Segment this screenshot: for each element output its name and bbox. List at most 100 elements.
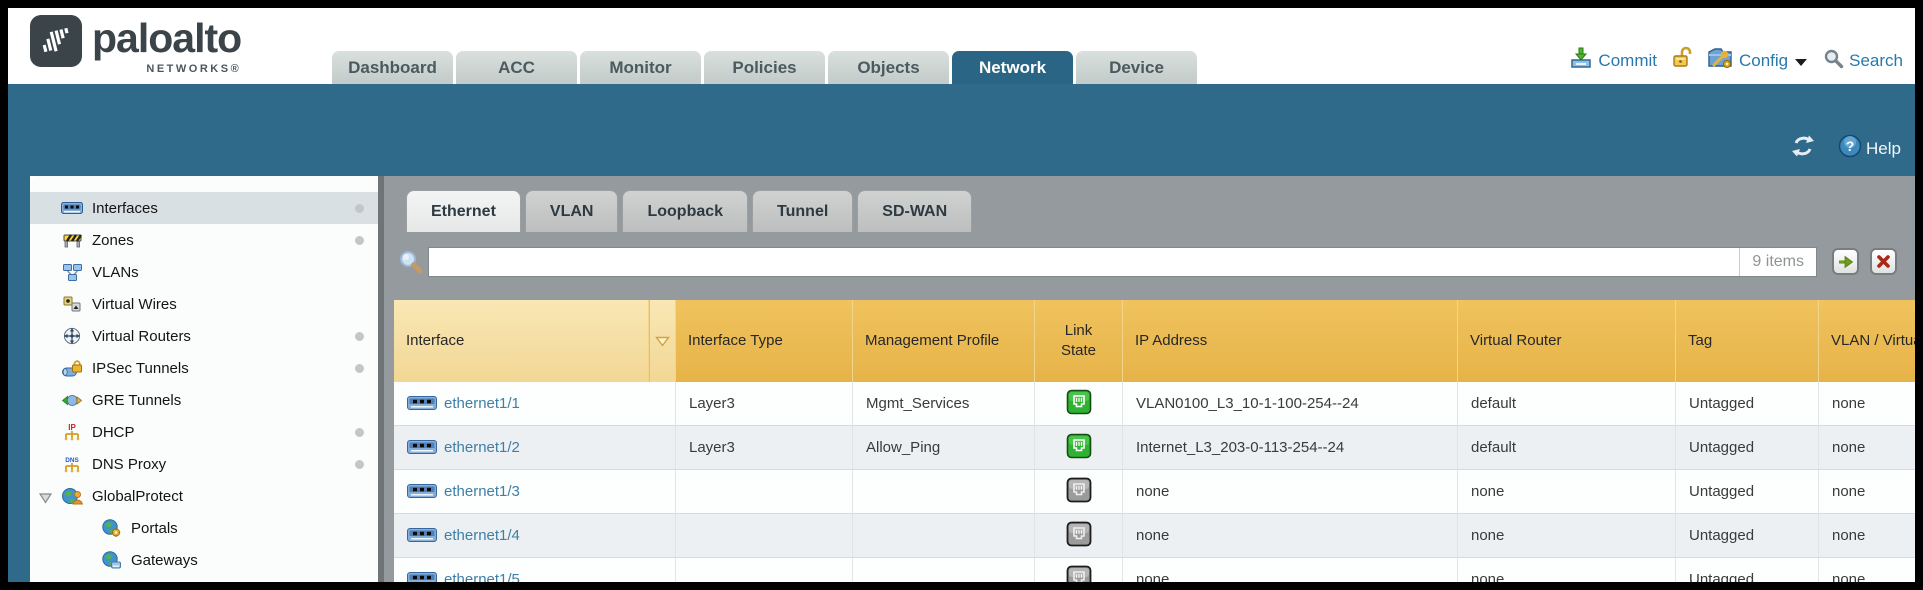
search-button[interactable]: Search: [1823, 48, 1903, 74]
subtab-vlan[interactable]: VLAN: [525, 190, 619, 232]
cell-link-state: [1035, 426, 1123, 469]
content-area: Interfaces Zones: [8, 176, 1915, 582]
cell-ip-address: Internet_L3_203-0-113-254--24: [1123, 426, 1458, 469]
ethernet-port-icon: [407, 395, 437, 412]
lock-button[interactable]: [1671, 46, 1693, 75]
sidebar-item-globalprotect[interactable]: GlobalProtect: [30, 480, 378, 512]
banner: ? Help: [8, 84, 1915, 176]
cell-interface-type: [676, 558, 853, 582]
expand-arrow-icon[interactable]: [39, 491, 52, 508]
apply-filter-arrow-icon: [1837, 254, 1854, 270]
filter-row: 9 items: [394, 245, 1915, 279]
chevron-down-icon: [1795, 59, 1807, 66]
ethernet-port-icon: [407, 483, 437, 500]
col-header-link-state[interactable]: Link State: [1035, 300, 1123, 382]
sidebar-item-label: VLANs: [92, 264, 139, 281]
svg-text:?: ?: [1846, 138, 1855, 154]
clear-filter-button[interactable]: [1870, 248, 1897, 275]
status-dot: [355, 204, 364, 213]
main-panel: Ethernet VLAN Loopback Tunnel SD-WAN 9 i…: [384, 176, 1915, 582]
sidebar-item-portals[interactable]: Portals: [30, 512, 378, 544]
config-icon: [1707, 46, 1734, 75]
sidebar-item-label: GRE Tunnels: [92, 392, 181, 409]
tab-monitor[interactable]: Monitor: [580, 51, 701, 84]
col-header-interface-type[interactable]: Interface Type: [676, 300, 853, 382]
cell-vlan: none: [1819, 470, 1915, 513]
sidebar-item-gre-tunnels[interactable]: GRE Tunnels: [30, 384, 378, 416]
tab-objects[interactable]: Objects: [828, 51, 949, 84]
table-row: ethernet1/3 none none Untagged none: [394, 470, 1915, 514]
top-bar: paloalto NETWORKS® Dashboard ACC Monitor…: [8, 8, 1915, 84]
help-label[interactable]: Help: [1866, 139, 1901, 159]
sidebar-item-label: Zones: [92, 232, 134, 249]
cell-interface-type: [676, 514, 853, 557]
cell-vlan: none: [1819, 426, 1915, 469]
sidebar-item-virtual-routers[interactable]: Virtual Routers: [30, 320, 378, 352]
sort-triangle-icon: [655, 336, 670, 347]
vlans-icon: [61, 264, 83, 281]
link-down-icon: [1066, 477, 1092, 507]
link-down-icon: [1066, 565, 1092, 583]
cell-virtual-router: none: [1458, 470, 1676, 513]
sidebar-item-dhcp[interactable]: IP DHCP: [30, 416, 378, 448]
cell-link-state: [1035, 470, 1123, 513]
col-header-vlan-virtual-wire[interactable]: VLAN / Virtual Wire: [1819, 300, 1915, 382]
apply-filter-button[interactable]: [1832, 248, 1859, 275]
help-icon[interactable]: ?: [1838, 134, 1862, 163]
refresh-icon[interactable]: [1790, 134, 1816, 163]
cell-ip-address: none: [1123, 558, 1458, 582]
paloalto-logo-icon: [30, 15, 82, 67]
cell-management-profile: [853, 514, 1035, 557]
tab-device[interactable]: Device: [1076, 51, 1197, 84]
virtual-routers-icon: [61, 327, 83, 345]
tab-acc[interactable]: ACC: [456, 51, 577, 84]
subtab-loopback[interactable]: Loopback: [622, 190, 748, 232]
config-menu-button[interactable]: Config: [1707, 46, 1807, 75]
cell-ip-address: none: [1123, 514, 1458, 557]
ipsec-tunnels-icon: [61, 360, 83, 377]
tab-dashboard[interactable]: Dashboard: [332, 51, 453, 84]
col-header-tag[interactable]: Tag: [1676, 300, 1819, 382]
sidebar-item-ipsec-tunnels[interactable]: IPSec Tunnels: [30, 352, 378, 384]
sort-dropdown-button[interactable]: [649, 300, 676, 382]
search-icon: [1823, 48, 1844, 74]
sidebar-item-gateways[interactable]: Gateways: [30, 544, 378, 576]
commit-button[interactable]: Commit: [1569, 46, 1657, 75]
tab-policies[interactable]: Policies: [704, 51, 825, 84]
interfaces-icon: [61, 200, 83, 216]
sidebar-item-label: Gateways: [131, 552, 198, 569]
interface-link[interactable]: ethernet1/1: [407, 395, 520, 412]
sidebar-item-interfaces[interactable]: Interfaces: [30, 192, 378, 224]
table-row: ethernet1/2 Layer3 Allow_Ping Internet_L…: [394, 426, 1915, 470]
col-header-management-profile[interactable]: Management Profile: [853, 300, 1035, 382]
subtab-tunnel[interactable]: Tunnel: [752, 190, 853, 232]
filter-input[interactable]: [429, 248, 1739, 276]
sidebar-item-dns-proxy[interactable]: DNS DNS Proxy: [30, 448, 378, 480]
interface-link[interactable]: ethernet1/2: [407, 439, 520, 456]
interface-link[interactable]: ethernet1/5: [407, 571, 520, 582]
col-header-interface[interactable]: Interface: [394, 300, 649, 382]
cell-tag: Untagged: [1676, 426, 1819, 469]
table-header: Interface Interface Type Management Prof…: [394, 300, 1915, 382]
col-header-virtual-router[interactable]: Virtual Router: [1458, 300, 1676, 382]
cell-link-state: [1035, 514, 1123, 557]
virtual-wires-icon: [61, 296, 83, 312]
cell-vlan: none: [1819, 558, 1915, 582]
main-nav: Dashboard ACC Monitor Policies Objects N…: [332, 51, 1197, 84]
brand-wordmark: paloalto: [92, 15, 241, 61]
sidebar-item-label: DHCP: [92, 424, 135, 441]
col-header-ip-address[interactable]: IP Address: [1123, 300, 1458, 382]
interface-link[interactable]: ethernet1/4: [407, 527, 520, 544]
sidebar-item-vlans[interactable]: VLANs: [30, 256, 378, 288]
cell-tag: Untagged: [1676, 470, 1819, 513]
subtab-ethernet[interactable]: Ethernet: [406, 190, 521, 232]
sidebar-item-zones[interactable]: Zones: [30, 224, 378, 256]
tab-network[interactable]: Network: [952, 51, 1073, 84]
cell-vlan: none: [1819, 514, 1915, 557]
link-up-icon: [1066, 389, 1092, 419]
interface-link[interactable]: ethernet1/3: [407, 483, 520, 500]
sidebar-item-virtual-wires[interactable]: Virtual Wires: [30, 288, 378, 320]
cell-tag: Untagged: [1676, 558, 1819, 582]
subtab-sdwan[interactable]: SD-WAN: [857, 190, 972, 232]
cell-ip-address: VLAN0100_L3_10-1-100-254--24: [1123, 382, 1458, 425]
